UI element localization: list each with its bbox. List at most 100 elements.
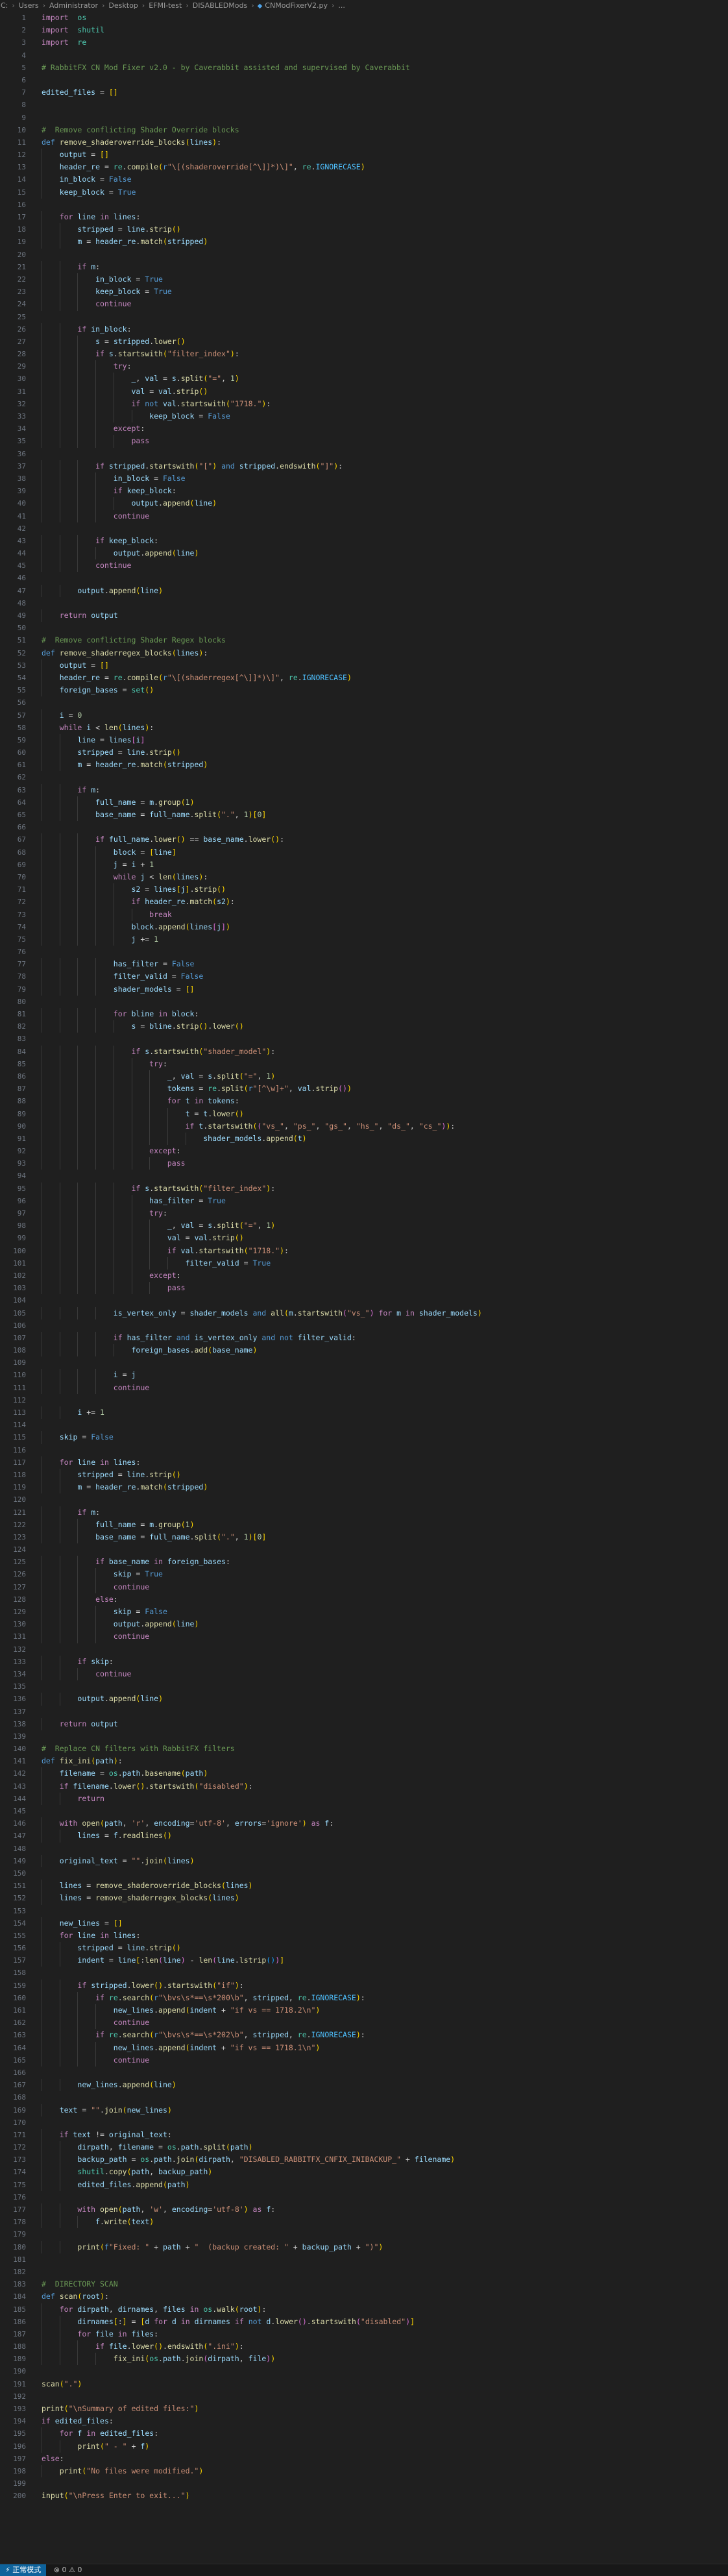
code-line[interactable]: 54 header_re = re.compile(r"\[(shaderreg… — [0, 671, 728, 685]
code-line[interactable]: 164 new_lines.append(indent + "if vs == … — [0, 2041, 728, 2054]
code-line[interactable]: 11 def remove_shaderoverride_blocks(lines… — [0, 136, 728, 149]
code-line[interactable]: 173 backup_path = os.path.join(dirpath, … — [0, 2153, 728, 2166]
code-line[interactable]: 133 if skip: — [0, 1655, 728, 1668]
code-line[interactable]: 90 if t.startswith(("vs_", "ps_", "gs_",… — [0, 1120, 728, 1133]
code-line[interactable]: 68 block = [line] — [0, 846, 728, 859]
code-line[interactable]: 139 — [0, 1730, 728, 1743]
code-line[interactable]: 25 — [0, 311, 728, 323]
code-line[interactable]: 57 i = 0 — [0, 709, 728, 722]
code-line[interactable]: 10 # Remove conflicting Shader Override b… — [0, 124, 728, 136]
code-line[interactable]: 183 # DIRECTORY SCAN — [0, 2278, 728, 2290]
code-line[interactable]: 157 indent = line[:len(line) - len(line.… — [0, 1954, 728, 1967]
code-line[interactable]: 35 pass — [0, 435, 728, 448]
code-line[interactable]: 125 if base_name in foreign_bases: — [0, 1556, 728, 1569]
breadcrumb-item[interactable]: Desktop — [108, 0, 138, 12]
code-line[interactable]: 2 import shutil — [0, 24, 728, 36]
code-line[interactable]: 45 continue — [0, 559, 728, 572]
code-line[interactable]: 191 scan(".") — [0, 2378, 728, 2390]
code-line[interactable]: 124 — [0, 1543, 728, 1556]
code-line[interactable]: 196 print(" - " + f) — [0, 2440, 728, 2453]
mode-indicator[interactable]: ⚡ 正常模式 — [0, 2564, 47, 2576]
code-line[interactable]: 55 foreign_bases = set() — [0, 684, 728, 697]
code-line[interactable]: 114 — [0, 1419, 728, 1431]
code-line[interactable]: 116 — [0, 1444, 728, 1456]
code-line[interactable]: 23 keep_block = True — [0, 286, 728, 299]
code-line[interactable]: 144 return — [0, 1792, 728, 1805]
code-line[interactable]: 38 in_block = False — [0, 472, 728, 485]
code-line[interactable]: 46 — [0, 572, 728, 584]
code-line[interactable]: 61 m = header_re.match(stripped) — [0, 759, 728, 772]
code-line[interactable]: 122 full_name = m.group(1) — [0, 1518, 728, 1531]
code-line[interactable]: 9 — [0, 112, 728, 124]
breadcrumb-item[interactable]: Administrator — [49, 0, 99, 12]
code-line[interactable]: 67 if full_name.lower() == base_name.low… — [0, 833, 728, 846]
code-line[interactable]: 181 — [0, 2253, 728, 2266]
code-line[interactable]: 105 is_vertex_only = shader_models and a… — [0, 1306, 728, 1319]
code-line[interactable]: 12 output = [] — [0, 149, 728, 162]
code-line[interactable]: 151 lines = remove_shaderoverride_blocks… — [0, 1880, 728, 1893]
breadcrumb-item[interactable]: ... — [337, 0, 346, 12]
code-line[interactable]: 28 if s.startswith("filter_index"): — [0, 348, 728, 361]
code-line[interactable]: 169 text = "".join(new_lines) — [0, 2104, 728, 2116]
code-line[interactable]: 140 # Replace CN filters with RabbitFX fi… — [0, 1743, 728, 1755]
code-line[interactable]: 117 for line in lines: — [0, 1456, 728, 1469]
code-line[interactable]: 93 pass — [0, 1157, 728, 1170]
code-line[interactable]: 97 try: — [0, 1207, 728, 1220]
code-line[interactable]: 89 t = t.lower() — [0, 1107, 728, 1120]
code-line[interactable]: 75 j += 1 — [0, 933, 728, 946]
code-line[interactable]: 72 if header_re.match(s2): — [0, 896, 728, 909]
code-line[interactable]: 5 # RabbitFX CN Mod Fixer v2.0 - by Caver… — [0, 62, 728, 74]
code-line[interactable]: 36 — [0, 448, 728, 460]
code-line[interactable]: 34 except: — [0, 423, 728, 435]
code-line[interactable]: 51 # Remove conflicting Shader Regex bloc… — [0, 634, 728, 646]
code-line[interactable]: 56 — [0, 696, 728, 709]
code-line[interactable]: 40 output.append(line) — [0, 497, 728, 510]
code-line[interactable]: 31 val = val.strip() — [0, 385, 728, 398]
code-line[interactable]: 103 pass — [0, 1282, 728, 1295]
code-line[interactable]: 60 stripped = line.strip() — [0, 746, 728, 759]
code-line[interactable]: 155 for line in lines: — [0, 1929, 728, 1943]
code-line[interactable]: 165 continue — [0, 2054, 728, 2067]
code-line[interactable]: 43 if keep_block: — [0, 534, 728, 548]
code-line[interactable]: 79 shader_models = [] — [0, 983, 728, 996]
code-line[interactable]: 8 — [0, 99, 728, 111]
code-line[interactable]: 77 has_filter = False — [0, 958, 728, 971]
code-line[interactable]: 42 — [0, 522, 728, 535]
code-line[interactable]: 148 — [0, 1843, 728, 1855]
code-line[interactable]: 91 shader_models.append(t) — [0, 1132, 728, 1146]
code-line[interactable]: 53 output = [] — [0, 659, 728, 672]
code-line[interactable]: 19 m = header_re.match(stripped) — [0, 236, 728, 249]
problems-indicator[interactable]: ⊗ 0 ⚠ 0 — [49, 2564, 88, 2576]
code-line[interactable]: 94 — [0, 1170, 728, 1182]
code-line[interactable]: 162 continue — [0, 2017, 728, 2030]
code-line[interactable]: 143 if filename.lower().startswith("disa… — [0, 1780, 728, 1793]
code-line[interactable]: 163 if re.search(r"\bvs\s*==\s*202\b", s… — [0, 2029, 728, 2042]
code-line[interactable]: 120 — [0, 1493, 728, 1506]
code-line[interactable]: 33 keep_block = False — [0, 410, 728, 423]
code-line[interactable]: 76 — [0, 946, 728, 958]
code-line[interactable]: 24 continue — [0, 298, 728, 311]
code-line[interactable]: 186 dirnames[:] = [d for d in dirnames i… — [0, 2315, 728, 2328]
code-line[interactable]: 26 if in_block: — [0, 323, 728, 336]
code-line[interactable]: 129 skip = False — [0, 1606, 728, 1619]
code-line[interactable]: 37 if stripped.startswith("[") and strip… — [0, 460, 728, 472]
code-line[interactable]: 182 — [0, 2266, 728, 2278]
code-line[interactable]: 81 for bline in block: — [0, 1008, 728, 1021]
code-line[interactable]: 194 if edited_files: — [0, 2415, 728, 2427]
code-line[interactable]: 134 continue — [0, 1667, 728, 1681]
code-line[interactable]: 6 — [0, 74, 728, 86]
code-line[interactable]: 153 — [0, 1905, 728, 1917]
code-line[interactable]: 80 — [0, 996, 728, 1008]
code-line[interactable]: 59 line = lines[i] — [0, 733, 728, 747]
code-line[interactable]: 161 new_lines.append(indent + "if vs == … — [0, 2004, 728, 2017]
code-line[interactable]: 17 for line in lines: — [0, 211, 728, 224]
code-line[interactable]: 70 while j < len(lines): — [0, 870, 728, 884]
code-line[interactable]: 1 import os — [0, 12, 728, 24]
code-line[interactable]: 58 while i < len(lines): — [0, 721, 728, 734]
code-line[interactable]: 179 — [0, 2228, 728, 2240]
code-line[interactable]: 177 with open(path, 'w', encoding='utf-8… — [0, 2203, 728, 2216]
code-line[interactable]: 69 j = i + 1 — [0, 858, 728, 871]
code-line[interactable]: 102 except: — [0, 1269, 728, 1282]
code-line[interactable]: 193 print("\nSummary of edited files:") — [0, 2403, 728, 2415]
code-line[interactable]: 13 header_re = re.compile(r"\[(shaderove… — [0, 161, 728, 174]
